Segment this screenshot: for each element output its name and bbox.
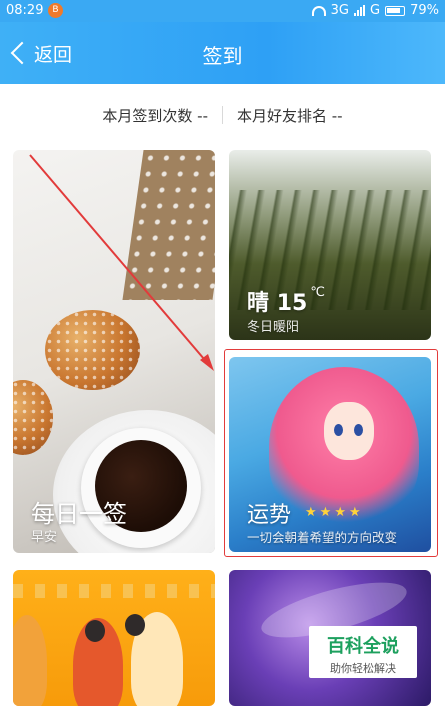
- status-time: 08:29: [6, 3, 44, 18]
- watermark-subtitle: 助你轻松解决: [330, 662, 396, 675]
- film-strip-decoration: [13, 584, 215, 598]
- highlight-box: [224, 349, 438, 557]
- battery-level: 79%: [410, 3, 439, 18]
- monthly-checkins-stat[interactable]: 本月签到次数 --: [88, 105, 222, 126]
- weather-reading: 晴 15 ℃: [247, 285, 325, 317]
- person-illustration: [13, 615, 47, 706]
- person-illustration: [125, 614, 145, 636]
- status-bar: 08:29 B 3G G 79%: [0, 0, 445, 22]
- weather-card[interactable]: 晴 15 ℃ 冬日暖阳: [229, 150, 431, 340]
- notification-app-icon: B: [48, 3, 63, 18]
- wifi-icon: [311, 5, 326, 16]
- watermark-title: 百科全说: [327, 636, 399, 657]
- stats-row: 本月签到次数 -- 本月好友排名 --: [0, 100, 445, 130]
- muffin-image-2: [13, 380, 53, 455]
- network-type-label-2: G: [370, 3, 381, 18]
- daily-card-subtitle: 早安: [31, 530, 58, 545]
- watermark-logo: 百科全说 助你轻松解决: [309, 626, 417, 678]
- battery-icon: [385, 5, 406, 16]
- napkin-image: [122, 150, 215, 300]
- nav-bar: 返回 签到: [0, 22, 445, 84]
- daily-sign-card[interactable]: 每日一签 早安: [13, 150, 215, 553]
- person-illustration: [85, 620, 105, 642]
- family-card[interactable]: [13, 570, 215, 706]
- weather-condition: 晴: [247, 291, 270, 316]
- daily-card-title: 每日一签: [31, 500, 127, 528]
- weather-temperature: 15: [276, 291, 308, 316]
- friend-rank-stat[interactable]: 本月好友排名 --: [223, 105, 357, 126]
- page-title: 签到: [202, 44, 243, 68]
- signal-icon: [354, 5, 366, 16]
- muffin-image: [45, 310, 140, 390]
- weather-subtitle: 冬日暖阳: [247, 320, 300, 335]
- status-right-group: 3G G 79%: [311, 3, 439, 18]
- temperature-unit: ℃: [310, 285, 325, 300]
- network-type-label: 3G: [330, 3, 350, 18]
